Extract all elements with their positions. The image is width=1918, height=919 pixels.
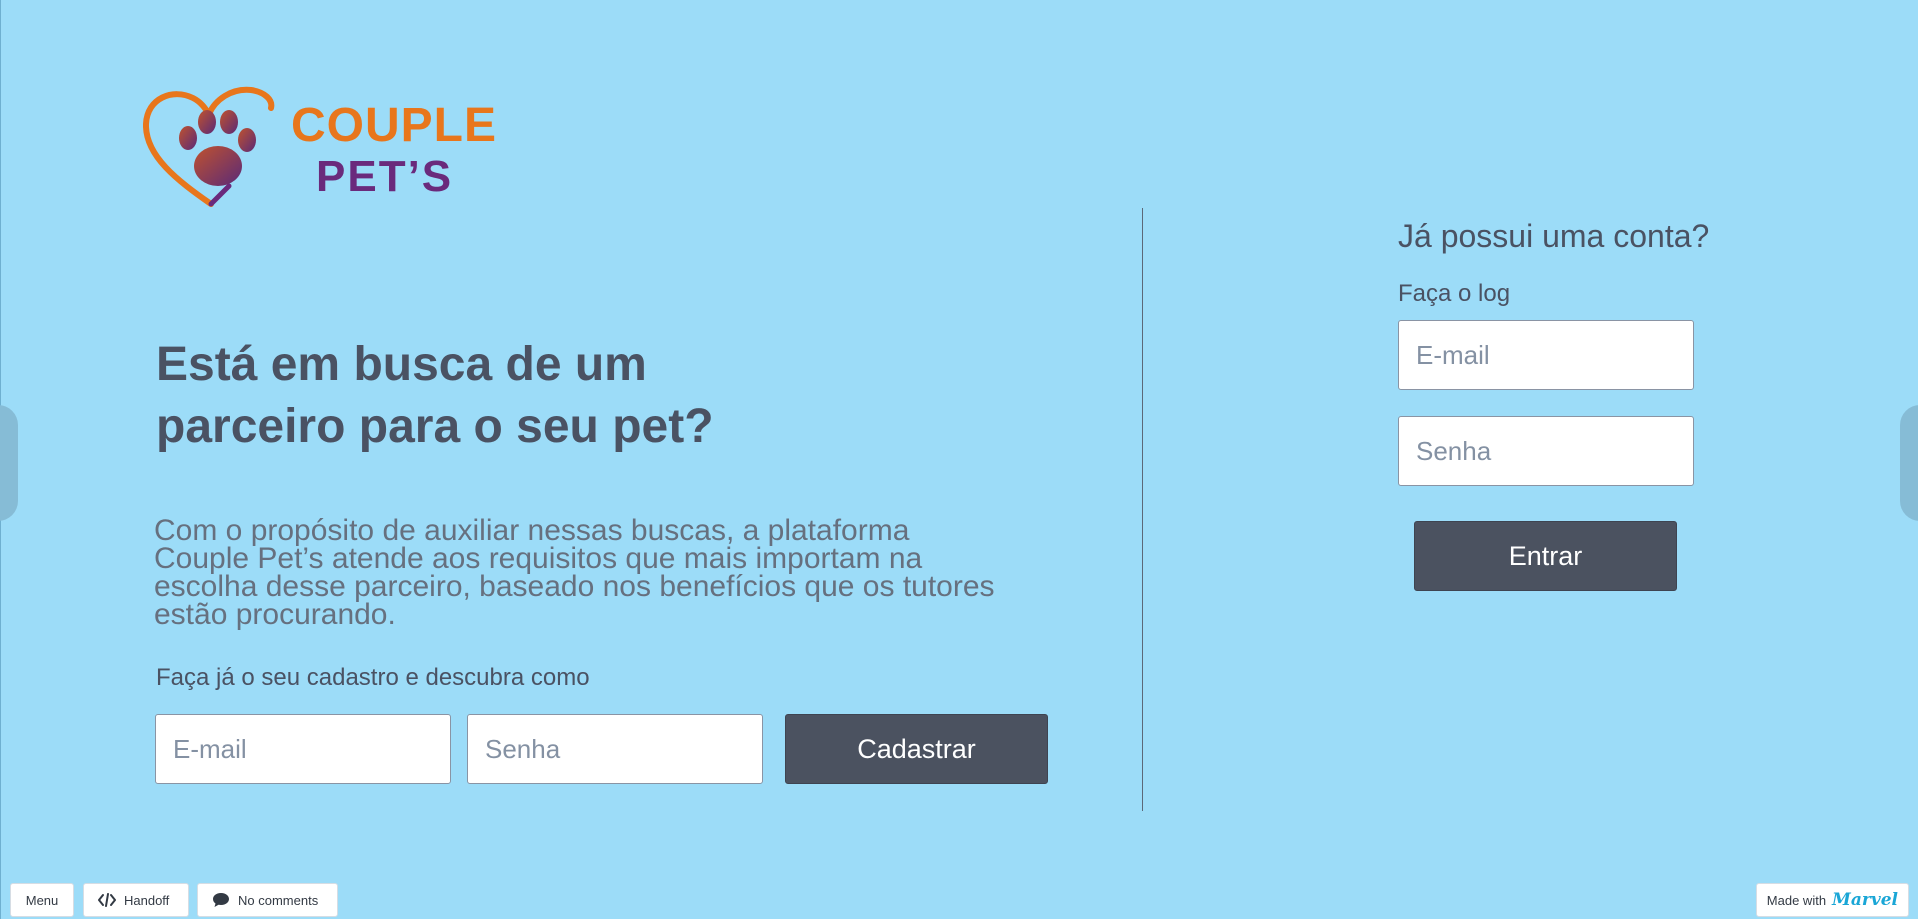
login-password-field[interactable] xyxy=(1398,416,1694,486)
hero-description: Com o propósito de auxiliar nessas busca… xyxy=(154,514,995,631)
menu-button[interactable]: Menu xyxy=(10,883,74,917)
made-with-label: Made with xyxy=(1766,892,1827,908)
hero-headline: Está em busca de um parceiro para o seu … xyxy=(156,338,714,453)
couple-pets-logo: COUPLE PET’S xyxy=(143,86,496,212)
comments-label: No comments xyxy=(238,892,319,908)
marvel-logo: Marvel xyxy=(1832,890,1898,910)
signup-email-field[interactable] xyxy=(155,714,451,784)
handoff-label: Handoff xyxy=(124,892,170,908)
handoff-button[interactable]: Handoff xyxy=(83,883,189,917)
signup-password-field[interactable] xyxy=(467,714,763,784)
section-divider xyxy=(1142,208,1143,811)
previous-screen-tab[interactable] xyxy=(0,405,18,521)
login-button[interactable]: Entrar xyxy=(1414,521,1677,591)
comments-button[interactable]: No comments xyxy=(197,883,338,917)
logo-text-pets: PET’S xyxy=(316,152,454,201)
comment-icon xyxy=(213,893,229,907)
made-with-badge[interactable]: Made with Marvel xyxy=(1755,883,1909,917)
signup-prompt: Faça já o seu cadastro e descubra como xyxy=(156,664,590,691)
menu-label: Menu xyxy=(25,892,59,908)
logo-text-couple: COUPLE xyxy=(291,99,498,152)
login-title: Já possui uma conta? xyxy=(1398,218,1710,254)
next-screen-tab[interactable] xyxy=(1900,405,1918,521)
heart-paw-icon xyxy=(143,86,275,207)
signup-button[interactable]: Cadastrar xyxy=(785,714,1048,784)
code-icon xyxy=(98,893,116,907)
login-subtitle: Faça o log xyxy=(1398,280,1511,307)
login-email-field[interactable] xyxy=(1398,320,1694,390)
